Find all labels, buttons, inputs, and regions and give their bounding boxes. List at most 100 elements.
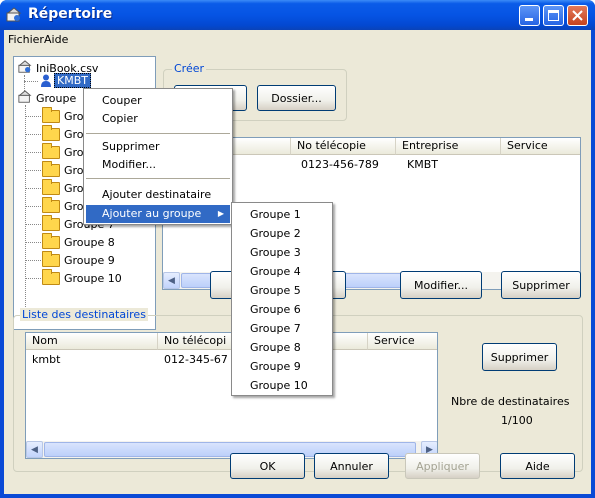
submenu-item-groupe-3[interactable]: Groupe 3 (234, 244, 330, 262)
list-cell-entreprise[interactable]: KMBT (407, 158, 438, 171)
dest-cell-fax[interactable]: 012-345-67 (164, 353, 228, 366)
tree-group-4[interactable]: Gro (64, 164, 84, 177)
tree-connector (25, 134, 41, 135)
dest-supprimer-button[interactable]: Supprimer (482, 343, 557, 371)
menu-aide[interactable]: Aide (44, 33, 68, 46)
tree-connector (25, 152, 41, 153)
modifier-label: Modifier... (414, 278, 468, 292)
submenu-item-groupe-4[interactable]: Groupe 4 (234, 263, 330, 281)
ok-label: OK (259, 459, 276, 473)
folder-icon (42, 107, 60, 123)
tree-connector (25, 260, 41, 261)
close-button[interactable] (567, 5, 588, 26)
aide-label: Aide (525, 459, 550, 473)
tree-connector (25, 206, 41, 207)
tree-groups-root[interactable]: Groupe (36, 92, 76, 105)
minimize-icon (525, 18, 533, 21)
tree-group-10[interactable]: Groupe 10 (64, 272, 122, 285)
column-header-service[interactable]: Service (501, 138, 580, 155)
tree-connector (25, 170, 41, 171)
menu-item-modifier[interactable]: Modifier... (86, 156, 230, 174)
submenu-item-groupe-8[interactable]: Groupe 8 (234, 339, 330, 357)
appliquer-button[interactable]: Appliquer (405, 453, 480, 479)
tree-contact-kmbt[interactable]: KMBT (54, 73, 91, 88)
tree-connector (25, 278, 41, 279)
folder-icon (42, 197, 60, 213)
maximize-icon (548, 10, 559, 21)
tree-group-1[interactable]: Gro (64, 110, 84, 123)
tree-connector (25, 224, 41, 225)
person-icon (41, 74, 51, 87)
folder-icon (42, 143, 60, 159)
title-bar[interactable]: Répertoire (0, 0, 595, 30)
window-title: Répertoire (28, 6, 113, 22)
scroll-left-arrow-icon[interactable]: ◀ (163, 272, 180, 289)
menu-item-copier[interactable]: Copier (86, 110, 230, 128)
folder-icon (42, 161, 60, 177)
destinataires-legend: Liste des destinataires (20, 308, 148, 321)
dossier-button[interactable]: Dossier... (257, 85, 336, 111)
dest-supprimer-label: Supprimer (490, 350, 549, 364)
submenu-item-groupe-6[interactable]: Groupe 6 (234, 301, 330, 319)
submenu-item-groupe-5[interactable]: Groupe 5 (234, 282, 330, 300)
tree-group-8[interactable]: Groupe 8 (64, 236, 115, 249)
folder-icon (42, 125, 60, 141)
group-book-icon (18, 90, 32, 103)
appliquer-label: Appliquer (416, 459, 469, 473)
menu-item-couper[interactable]: Couper (86, 92, 230, 110)
recipient-count-value: 1/100 (501, 414, 533, 427)
tree-connector (25, 116, 41, 117)
address-book-icon (18, 60, 32, 73)
aide-button[interactable]: Aide (500, 453, 575, 479)
menu-bar: Fichier Aide (4, 30, 591, 49)
dest-column-nom[interactable]: Nom (26, 333, 158, 350)
submenu-item-groupe-10[interactable]: Groupe 10 (234, 377, 330, 395)
tree-connector (25, 105, 26, 313)
menu-item-ajouter-au-groupe-label: Ajouter au groupe (102, 207, 202, 220)
ok-button[interactable]: OK (230, 453, 305, 479)
close-icon (572, 10, 583, 21)
folder-icon (42, 233, 60, 249)
tree-group-2[interactable]: Gro (64, 128, 84, 141)
tree-group-6[interactable]: Gro (64, 200, 84, 213)
annuler-label: Annuler (330, 459, 373, 473)
column-header-fax[interactable]: No télécopie (291, 138, 396, 155)
menu-item-supprimer[interactable]: Supprimer (86, 138, 230, 156)
submenu-arrow-icon: ▶ (217, 209, 224, 218)
supprimer-button[interactable]: Supprimer (501, 271, 581, 299)
submenu-item-groupe-9[interactable]: Groupe 9 (234, 358, 330, 376)
submenu-item-groupe-2[interactable]: Groupe 2 (234, 225, 330, 243)
tree-group-5[interactable]: Gro (64, 182, 84, 195)
list-cell-fax[interactable]: 0123-456-789 (301, 158, 379, 171)
submenu-item-groupe-1[interactable]: Groupe 1 (234, 206, 330, 224)
tree-group-3[interactable]: Gro (64, 146, 84, 159)
annuler-button[interactable]: Annuler (314, 453, 389, 479)
menu-separator (86, 178, 230, 179)
submenu-item-groupe-7[interactable]: Groupe 7 (234, 320, 330, 338)
recipient-count-label: Nbre de destinataires (451, 395, 570, 408)
tree-connector (24, 81, 38, 82)
tree-group-9[interactable]: Groupe 9 (64, 254, 115, 267)
creer-legend: Créer (172, 62, 207, 75)
minimize-button[interactable] (519, 5, 540, 26)
folder-icon (42, 215, 60, 231)
tree-connector (25, 242, 41, 243)
tree-connector (25, 188, 41, 189)
dest-cell-nom[interactable]: kmbt (32, 353, 60, 366)
address-book-icon (6, 7, 22, 22)
dest-column-service[interactable]: Service (368, 333, 437, 350)
menu-item-ajouter-destinataire[interactable]: Ajouter destinataire (86, 186, 230, 204)
supprimer-label: Supprimer (512, 278, 570, 292)
folder-icon (42, 251, 60, 267)
modifier-button[interactable]: Modifier... (400, 271, 482, 299)
groups-submenu: Groupe 1 Groupe 2 Groupe 3 Groupe 4 Grou… (231, 202, 333, 396)
column-header-entreprise[interactable]: Entreprise (396, 138, 501, 155)
menu-fichier[interactable]: Fichier (8, 33, 44, 46)
dossier-button-label: Dossier... (271, 91, 322, 105)
folder-icon (42, 179, 60, 195)
menu-item-ajouter-au-groupe[interactable]: Ajouter au groupe ▶ (86, 205, 230, 223)
maximize-button[interactable] (543, 5, 564, 26)
context-menu: Couper Copier Supprimer Modifier... Ajou… (83, 88, 233, 225)
scroll-left-arrow-icon[interactable]: ◀ (26, 441, 43, 458)
folder-icon (42, 269, 60, 285)
